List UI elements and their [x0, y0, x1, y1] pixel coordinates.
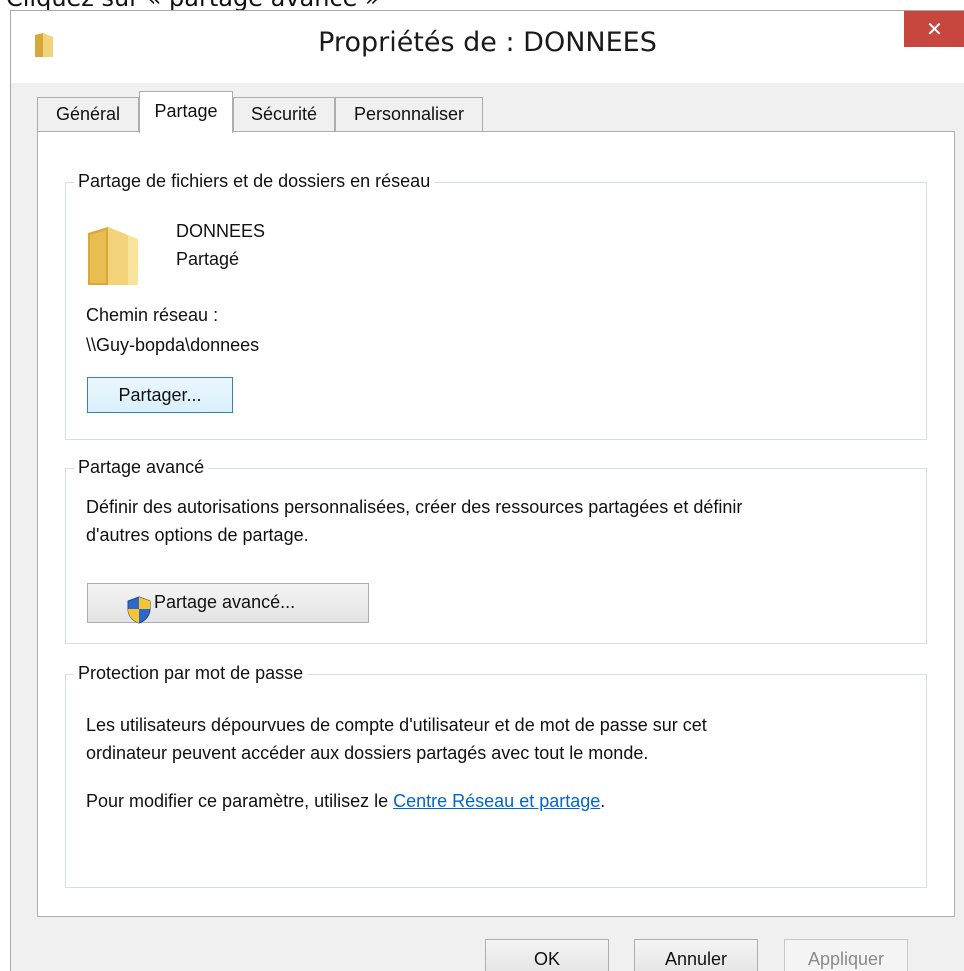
share-button[interactable]: Partager... [87, 377, 233, 413]
screenshot: Cliquez sur « partage avancé » Propriété… [0, 0, 964, 971]
sharing-panel: Partage de fichiers et de dossiers en ré… [37, 131, 955, 917]
properties-dialog: Propriétés de : DONNEES ✕ Général Partag… [10, 10, 964, 971]
modify-prefix: Pour modifier ce paramètre, utilisez le [86, 791, 394, 811]
advanced-sharing-description: Définir des autorisations personnalisées… [86, 497, 743, 517]
folder-icon [88, 227, 138, 285]
uac-shield-icon [127, 596, 151, 624]
group-title: Partage avancé [74, 457, 209, 478]
ok-button[interactable]: OK [485, 939, 609, 971]
tab-security[interactable]: Sécurité [233, 97, 335, 131]
apply-button[interactable]: Appliquer [784, 939, 908, 971]
password-protection-group: Protection par mot de passe Les utilisat… [65, 663, 927, 888]
password-description: ordinateur peuvent accéder aux dossiers … [86, 743, 649, 763]
group-title: Protection par mot de passe [74, 663, 308, 684]
advanced-sharing-group: Partage avancé Définir des autorisations… [65, 457, 927, 644]
modify-setting-text: Pour modifier ce paramètre, utilisez le … [86, 791, 605, 812]
advanced-sharing-button[interactable]: Partage avancé... [87, 583, 369, 624]
title-bar[interactable]: Propriétés de : DONNEES ✕ [11, 11, 964, 83]
share-status: Partagé [176, 249, 240, 269]
advanced-sharing-label: Partage avancé... [154, 592, 296, 612]
network-path-value: \\Guy-bopda\donnees [86, 335, 260, 355]
tab-sharing[interactable]: Partage [139, 91, 233, 133]
password-description: Les utilisateurs dépourvues de compte d'… [86, 715, 707, 735]
modify-suffix: . [600, 791, 606, 811]
close-button[interactable]: ✕ [904, 11, 964, 47]
tab-general[interactable]: Général [37, 97, 139, 131]
window-title: Propriétés de : DONNEES [318, 27, 657, 58]
cancel-button[interactable]: Annuler [634, 939, 758, 971]
network-center-link[interactable]: Centre Réseau et partage [393, 791, 600, 811]
folder-name: DONNEES [176, 221, 266, 241]
network-sharing-group: Partage de fichiers et de dossiers en ré… [65, 171, 927, 440]
group-title: Partage de fichiers et de dossiers en ré… [74, 171, 435, 192]
advanced-sharing-description: d'autres options de partage. [86, 525, 309, 545]
network-path-label: Chemin réseau : [86, 305, 219, 325]
tab-customize[interactable]: Personnaliser [335, 97, 483, 131]
